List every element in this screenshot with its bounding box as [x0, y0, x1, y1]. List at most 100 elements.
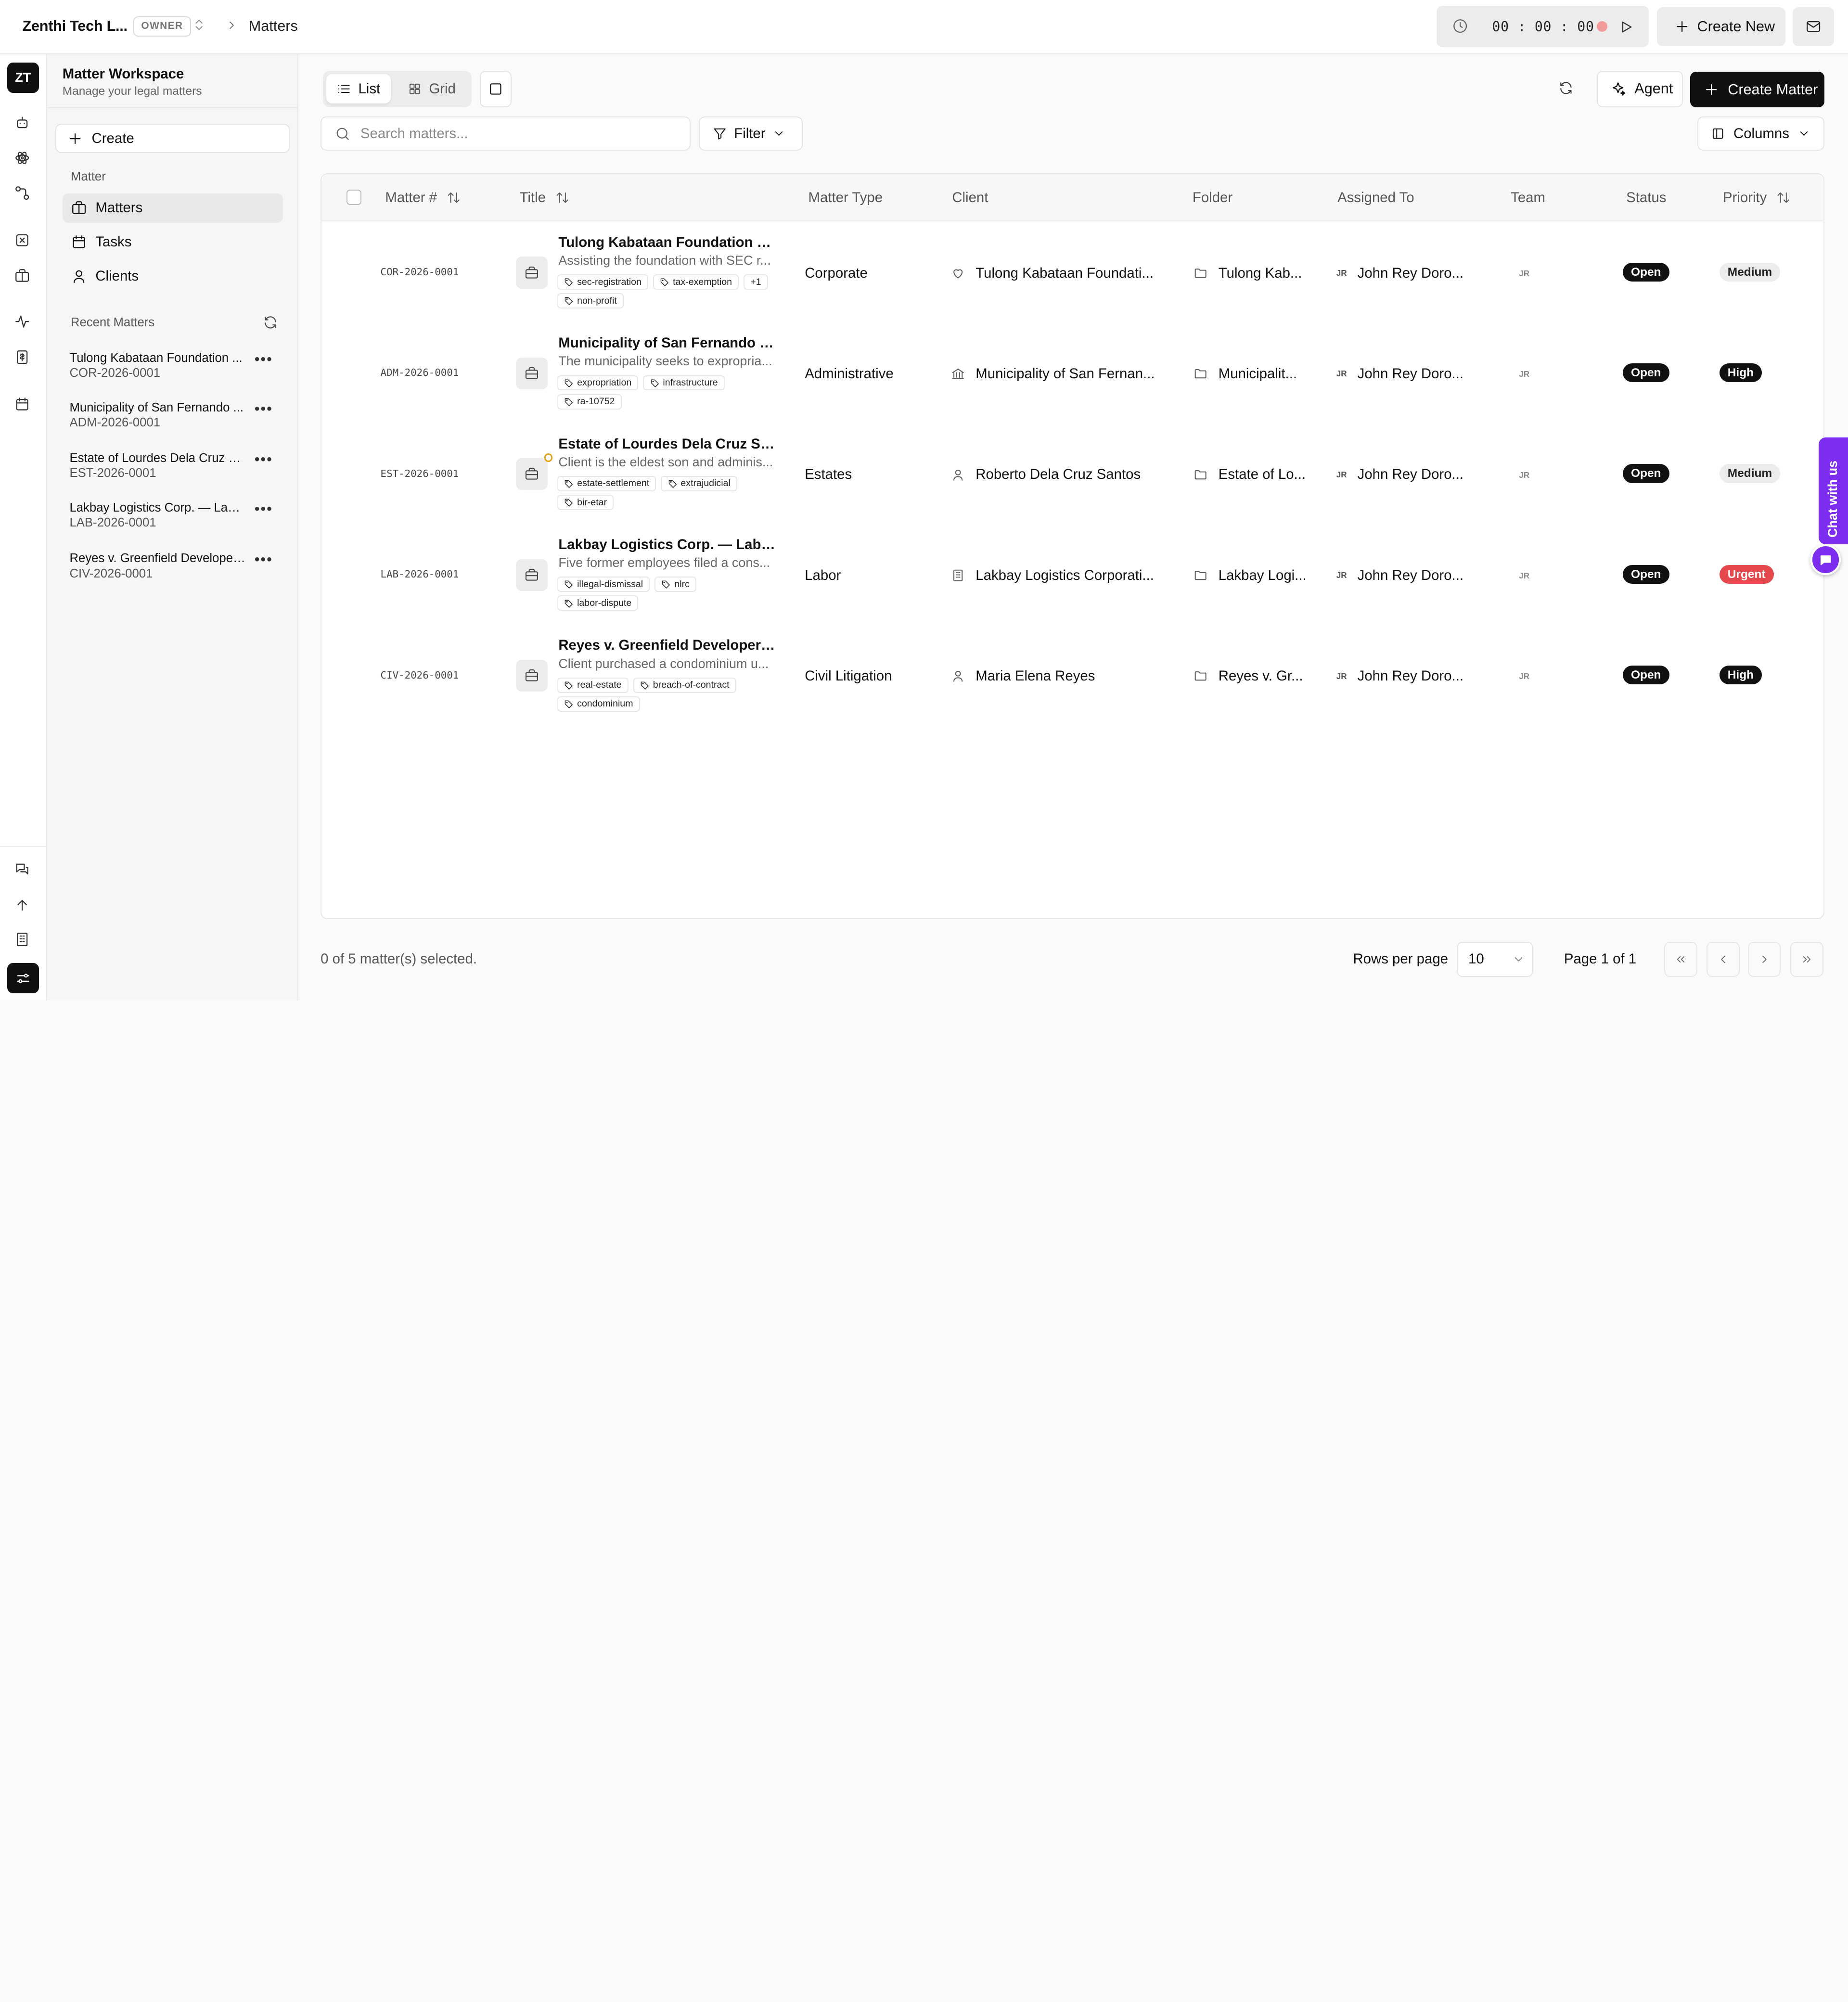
matter-title[interactable]: Estate of Lourdes Dela Cruz San... — [558, 436, 780, 452]
tag-chip[interactable]: tax-exemption — [653, 274, 739, 290]
calendar-icon[interactable] — [14, 396, 30, 412]
table-row[interactable]: CIV-2026-0001 Reyes v. Greenfield Develop… — [321, 625, 1823, 725]
tag-chip[interactable]: sec-registration — [557, 274, 649, 290]
client-cell[interactable]: Maria Elena Reyes — [951, 668, 1170, 684]
folder-cell[interactable]: Municipalit... — [1194, 366, 1311, 382]
building-icon[interactable] — [14, 931, 30, 948]
more-options-icon[interactable]: ••• — [255, 501, 273, 517]
folder-cell[interactable]: Reyes v. Gr... — [1194, 668, 1311, 684]
more-options-icon[interactable]: ••• — [255, 351, 273, 368]
tag-chip[interactable]: illegal-dismissal — [557, 577, 650, 592]
next-page-button[interactable] — [1747, 941, 1781, 977]
folder-cell[interactable]: Lakbay Logi... — [1194, 567, 1311, 584]
tag-chip[interactable]: labor-dispute — [557, 595, 639, 611]
tag-chip[interactable]: bir-etar — [557, 495, 614, 510]
more-tags-chip[interactable]: +1 — [744, 274, 768, 290]
layout-toggle-button[interactable] — [479, 70, 512, 107]
bot-icon[interactable] — [14, 115, 30, 131]
sort-icon[interactable] — [1776, 191, 1790, 205]
client-cell[interactable]: Roberto Dela Cruz Santos — [951, 466, 1170, 483]
sidebar-item-tasks[interactable]: Tasks — [63, 228, 283, 257]
table-row[interactable]: COR-2026-0001 Tulong Kabataan Foundation … — [321, 221, 1823, 321]
assignee-cell[interactable]: JR John Rey Doro... — [1336, 567, 1478, 584]
billing-icon[interactable] — [14, 349, 30, 365]
select-all-checkbox[interactable] — [346, 189, 362, 205]
more-options-icon[interactable]: ••• — [255, 401, 273, 417]
sort-icon[interactable] — [447, 191, 461, 205]
refresh-icon[interactable] — [263, 315, 278, 330]
matter-title[interactable]: Reyes v. Greenfield Developers ... — [558, 637, 780, 654]
workflow-icon[interactable] — [14, 185, 30, 201]
tag-chip[interactable]: breach-of-contract — [633, 677, 736, 693]
last-page-button[interactable] — [1790, 941, 1823, 977]
grid-x-icon[interactable] — [14, 232, 30, 248]
sidebar-item-matters[interactable]: Matters — [62, 193, 283, 223]
chat-with-us-tab[interactable]: Chat with us — [1818, 437, 1848, 545]
first-page-button[interactable] — [1664, 941, 1697, 977]
chat-bubble-button[interactable] — [1810, 544, 1841, 576]
column-header-matter-no[interactable]: Matter # — [385, 190, 461, 206]
create-new-button[interactable]: Create New — [1657, 7, 1786, 46]
play-icon[interactable] — [1618, 19, 1634, 35]
refresh-icon[interactable] — [1558, 80, 1574, 96]
breadcrumb[interactable]: Matters — [249, 18, 298, 35]
table-row[interactable]: EST-2026-0001 Estate of Lourdes Dela Cruz… — [321, 423, 1823, 523]
filter-button[interactable]: Filter — [699, 116, 803, 151]
assignee-cell[interactable]: JR John Rey Doro... — [1336, 668, 1478, 684]
activity-icon[interactable] — [14, 313, 30, 330]
list-view-button[interactable]: List — [326, 74, 391, 104]
table-row[interactable]: LAB-2026-0001 Lakbay Logistics Corp. — La… — [321, 524, 1823, 624]
client-cell[interactable]: Tulong Kabataan Foundati... — [951, 265, 1170, 282]
create-matter-button[interactable]: Create Matter — [1690, 72, 1825, 107]
client-cell[interactable]: Municipality of San Fernan... — [951, 366, 1170, 382]
tag-chip[interactable]: estate-settlement — [557, 475, 656, 491]
recent-matter-item[interactable]: Tulong Kabataan Foundation ... COR-2026-… — [69, 351, 287, 380]
more-options-icon[interactable]: ••• — [255, 552, 273, 568]
folder-cell[interactable]: Tulong Kab... — [1194, 265, 1311, 282]
previous-page-button[interactable] — [1707, 941, 1740, 977]
sidebar-create-button[interactable]: Create — [55, 124, 290, 154]
tag-chip[interactable]: real-estate — [557, 677, 629, 693]
tag-chip[interactable]: expropriation — [557, 375, 639, 391]
recent-matter-item[interactable]: Lakbay Logistics Corp. — Labo... LAB-202… — [69, 501, 287, 530]
search-input[interactable]: Search matters... — [321, 116, 691, 151]
briefcase-icon[interactable] — [14, 268, 30, 284]
matter-number[interactable]: LAB-2026-0001 — [381, 568, 459, 580]
more-options-icon[interactable]: ••• — [255, 451, 273, 468]
agent-button[interactable]: Agent — [1597, 70, 1683, 107]
messages-icon[interactable] — [14, 861, 30, 878]
matter-number[interactable]: ADM-2026-0001 — [381, 367, 459, 378]
org-name[interactable]: Zenthi Tech L... — [23, 18, 128, 35]
matter-title[interactable]: Tulong Kabataan Foundation — ... — [558, 234, 780, 251]
atom-icon[interactable] — [14, 150, 30, 166]
folder-cell[interactable]: Estate of Lo... — [1194, 466, 1311, 483]
arrow-up-icon[interactable] — [14, 897, 30, 913]
table-row[interactable]: ADM-2026-0001 Municipality of San Fernand… — [321, 322, 1823, 422]
recent-matter-item[interactable]: Reyes v. Greenfield Developer... CIV-202… — [69, 552, 287, 580]
recent-matter-item[interactable]: Estate of Lourdes Dela Cruz Sa... EST-20… — [69, 451, 287, 480]
sidebar-item-clients[interactable]: Clients — [63, 262, 283, 291]
tag-chip[interactable]: condominium — [557, 696, 640, 712]
tag-chip[interactable]: ra-10752 — [557, 394, 622, 410]
column-header-title[interactable]: Title — [520, 190, 569, 206]
tag-chip[interactable]: non-profit — [557, 293, 624, 309]
assignee-cell[interactable]: JR John Rey Doro... — [1336, 265, 1478, 282]
matter-title[interactable]: Municipality of San Fernando — ... — [558, 335, 780, 351]
sort-icon[interactable] — [555, 191, 569, 205]
inbox-button[interactable] — [1792, 7, 1834, 46]
tag-chip[interactable]: extrajudicial — [661, 475, 738, 491]
workspace-logo[interactable]: ZT — [7, 62, 39, 93]
settings-button[interactable] — [7, 962, 39, 994]
assignee-cell[interactable]: JR John Rey Doro... — [1336, 366, 1478, 382]
recent-matter-item[interactable]: Municipality of San Fernando ... ADM-202… — [69, 401, 287, 430]
grid-view-button[interactable]: Grid — [397, 74, 466, 103]
columns-button[interactable]: Columns — [1697, 116, 1825, 151]
matter-number[interactable]: COR-2026-0001 — [381, 266, 459, 278]
matter-number[interactable]: EST-2026-0001 — [381, 468, 459, 479]
matter-title[interactable]: Lakbay Logistics Corp. — Labor ... — [558, 537, 780, 553]
column-header-priority[interactable]: Priority — [1723, 190, 1790, 206]
org-switcher-icon[interactable] — [192, 18, 206, 32]
rows-per-page-select[interactable]: 10 — [1456, 941, 1534, 977]
tag-chip[interactable]: nlrc — [654, 577, 697, 592]
assignee-cell[interactable]: JR John Rey Doro... — [1336, 466, 1478, 483]
